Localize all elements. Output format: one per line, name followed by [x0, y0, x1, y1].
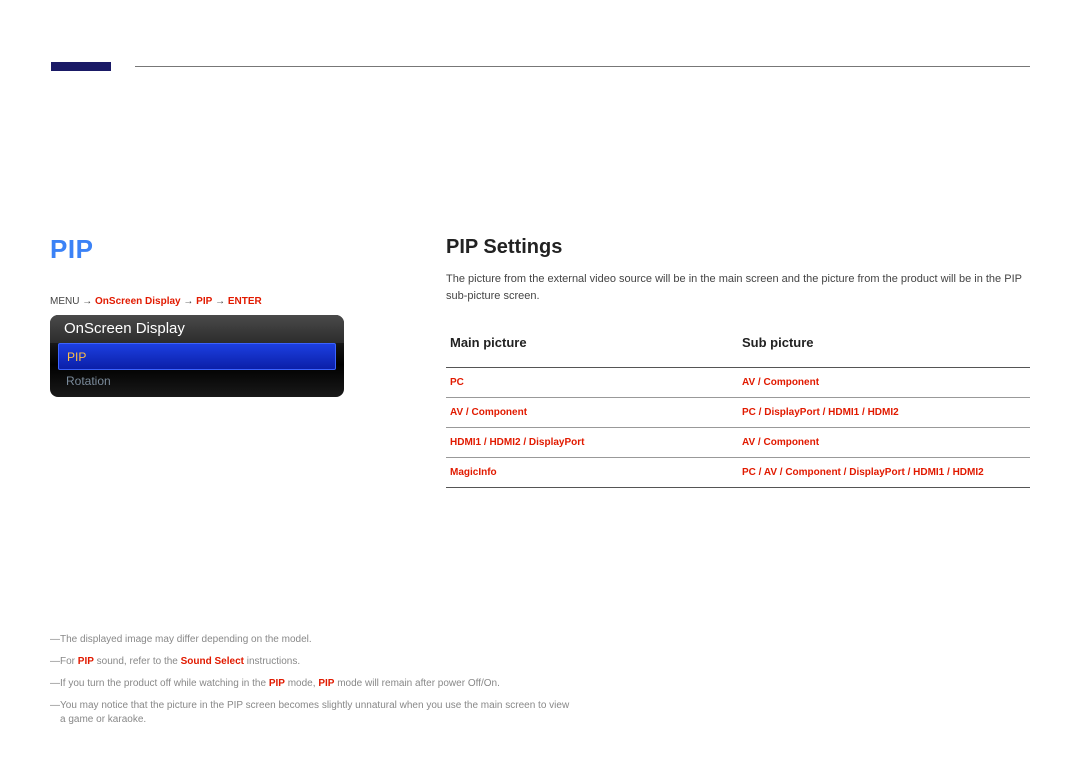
- column-sub-picture: Sub picture: [738, 326, 1030, 359]
- left-column: PIP MENU → OnScreen Display → PIP → ENTE…: [50, 234, 388, 397]
- footnote-hl: PIP: [269, 678, 285, 689]
- cell-main: HDMI1 / HDMI2 / DisplayPort: [446, 428, 738, 457]
- horizontal-rule: [135, 66, 1030, 67]
- table-row: MagicInfo PC / AV / Component / DisplayP…: [446, 458, 1030, 488]
- breadcrumb-enter: ENTER: [228, 296, 262, 307]
- footnote-seg: mode will remain after power Off/On.: [334, 678, 499, 689]
- dash-icon: ―: [50, 699, 60, 727]
- table-header: Main picture Sub picture: [446, 326, 1030, 368]
- osd-panel: OnScreen Display PIP Rotation: [50, 315, 344, 397]
- footnote: ― If you turn the product off while watc…: [50, 677, 570, 691]
- footnote-seg: sound, refer to the: [94, 656, 181, 667]
- footnote-seg: mode,: [285, 678, 318, 689]
- footnote-seg: For: [60, 656, 78, 667]
- cell-sub: AV / Component: [738, 428, 1030, 457]
- section-description: The picture from the external video sour…: [446, 271, 1030, 304]
- menu-item-rotation[interactable]: Rotation: [58, 368, 336, 395]
- right-column: PIP Settings The picture from the extern…: [388, 234, 1030, 488]
- cell-sub: AV / Component: [738, 368, 1030, 397]
- footnote: ― The displayed image may differ dependi…: [50, 633, 570, 647]
- footnote: ― For PIP sound, refer to the Sound Sele…: [50, 655, 570, 669]
- footnote-text: The displayed image may differ depending…: [60, 633, 570, 647]
- column-main-picture: Main picture: [446, 326, 738, 359]
- breadcrumb-pip: PIP: [196, 296, 212, 307]
- menu-icon: MENU: [50, 296, 82, 307]
- cell-main: MagicInfo: [446, 458, 738, 487]
- footnote-text: If you turn the product off while watchi…: [60, 677, 570, 691]
- breadcrumb-arrow: →: [183, 296, 196, 307]
- section-heading: PIP Settings: [446, 236, 1030, 259]
- breadcrumb-onscreen-display: OnScreen Display: [95, 296, 181, 307]
- breadcrumb: MENU → OnScreen Display → PIP → ENTER: [50, 296, 388, 307]
- accent-bar: [51, 62, 111, 71]
- breadcrumb-arrow: →: [215, 296, 228, 307]
- footnote-seg: If you turn the product off while watchi…: [60, 678, 269, 689]
- footnote-text: For PIP sound, refer to the Sound Select…: [60, 655, 570, 669]
- cell-sub: PC / DisplayPort / HDMI1 / HDMI2: [738, 398, 1030, 427]
- menu-item-pip[interactable]: PIP: [58, 343, 336, 370]
- footnote-text: You may notice that the picture in the P…: [60, 699, 570, 727]
- breadcrumb-arrow: →: [82, 296, 95, 307]
- footnotes: ― The displayed image may differ dependi…: [50, 633, 570, 735]
- cell-main: PC: [446, 368, 738, 397]
- dash-icon: ―: [50, 655, 60, 669]
- content-columns: PIP MENU → OnScreen Display → PIP → ENTE…: [50, 234, 1030, 488]
- footnote-hl: Sound Select: [181, 656, 244, 667]
- dash-icon: ―: [50, 677, 60, 691]
- pip-table: Main picture Sub picture PC AV / Compone…: [446, 326, 1030, 488]
- cell-sub: PC / AV / Component / DisplayPort / HDMI…: [738, 458, 1030, 487]
- footnote-seg: instructions.: [244, 656, 300, 667]
- footnote-hl: PIP: [78, 656, 94, 667]
- table-row: HDMI1 / HDMI2 / DisplayPort AV / Compone…: [446, 428, 1030, 458]
- footnote: ― You may notice that the picture in the…: [50, 699, 570, 727]
- page-title: PIP: [50, 234, 388, 265]
- page: PIP MENU → OnScreen Display → PIP → ENTE…: [0, 0, 1080, 763]
- table-row: PC AV / Component: [446, 368, 1030, 398]
- dash-icon: ―: [50, 633, 60, 647]
- footnote-hl: PIP: [318, 678, 334, 689]
- table-row: AV / Component PC / DisplayPort / HDMI1 …: [446, 398, 1030, 428]
- cell-main: AV / Component: [446, 398, 738, 427]
- panel-title: OnScreen Display: [50, 315, 344, 343]
